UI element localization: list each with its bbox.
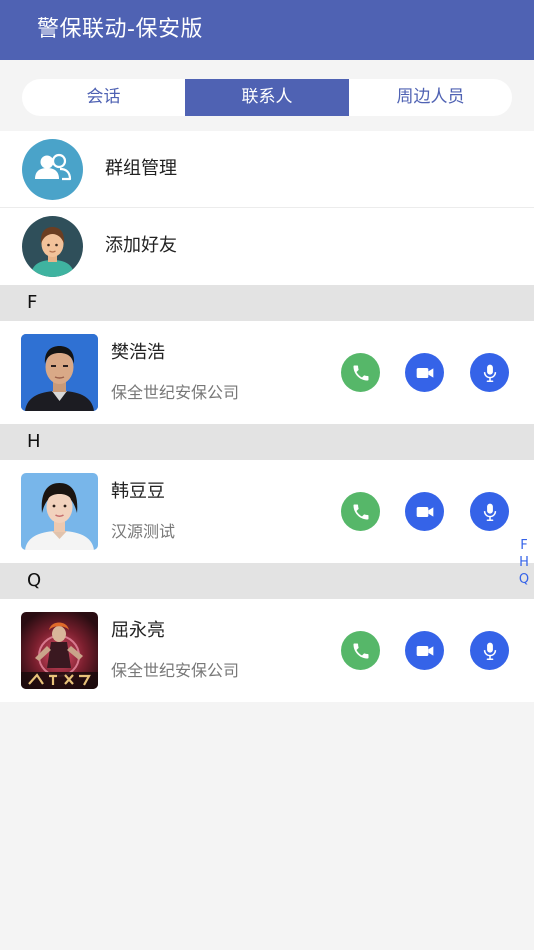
phone-icon bbox=[353, 504, 368, 519]
contact-row[interactable]: 樊浩浩 保全世纪安保公司 bbox=[0, 321, 534, 424]
section-letter: Q bbox=[27, 570, 42, 591]
section-header-f: F bbox=[0, 285, 534, 321]
section-header-q: Q bbox=[0, 563, 534, 599]
voice-call-button[interactable] bbox=[341, 631, 380, 670]
tab-bar: 会话 联系人 周边人员 bbox=[22, 79, 512, 116]
contact-name: 樊浩浩 bbox=[111, 342, 165, 363]
voice-call-button[interactable] bbox=[341, 353, 380, 392]
index-letter-h[interactable]: H bbox=[519, 554, 529, 571]
voice-intercom-button[interactable] bbox=[470, 631, 509, 670]
phone-icon bbox=[353, 643, 368, 658]
add-friend-avatar-icon bbox=[22, 216, 83, 277]
group-icon bbox=[22, 139, 83, 200]
alphabet-index-bar: F H Q bbox=[515, 537, 533, 588]
tab-nearby-people[interactable]: 周边人员 bbox=[349, 79, 512, 116]
add-friend-row[interactable]: 添加好友 bbox=[0, 208, 534, 285]
contact-name: 韩豆豆 bbox=[111, 481, 165, 502]
video-camera-icon bbox=[416, 367, 433, 378]
microphone-icon bbox=[483, 503, 496, 521]
microphone-icon bbox=[483, 642, 496, 660]
contact-organization: 保全世纪安保公司 bbox=[111, 383, 240, 402]
video-call-button[interactable] bbox=[405, 492, 444, 531]
group-management-row[interactable]: 群组管理 bbox=[0, 131, 534, 208]
contact-row[interactable]: 屈永亮 保全世纪安保公司 bbox=[0, 599, 534, 702]
video-call-button[interactable] bbox=[405, 631, 444, 670]
voice-intercom-button[interactable] bbox=[470, 353, 509, 392]
tab-contacts[interactable]: 联系人 bbox=[185, 79, 349, 116]
video-call-button[interactable] bbox=[405, 353, 444, 392]
index-letter-q[interactable]: Q bbox=[519, 571, 529, 588]
contact-name: 屈永亮 bbox=[111, 620, 165, 641]
tab-conversations[interactable]: 会话 bbox=[22, 79, 185, 116]
contact-organization: 保全世纪安保公司 bbox=[111, 661, 240, 680]
video-camera-icon bbox=[416, 645, 433, 656]
section-letter: F bbox=[27, 292, 38, 313]
group-management-label: 群组管理 bbox=[105, 158, 177, 179]
video-camera-icon bbox=[416, 506, 433, 517]
index-letter-f[interactable]: F bbox=[520, 537, 527, 554]
phone-icon bbox=[353, 365, 368, 380]
microphone-icon bbox=[483, 364, 496, 382]
add-friend-label: 添加好友 bbox=[105, 235, 177, 256]
contact-photo bbox=[21, 473, 98, 550]
voice-call-button[interactable] bbox=[341, 492, 380, 531]
section-letter: H bbox=[27, 431, 41, 452]
contact-photo bbox=[21, 334, 98, 411]
contact-row[interactable]: 韩豆豆 汉源测试 bbox=[0, 460, 534, 563]
voice-intercom-button[interactable] bbox=[470, 492, 509, 531]
app-header: 警保联动-保安版 bbox=[0, 0, 534, 60]
app-title: 警保联动-保安版 bbox=[37, 17, 203, 42]
contact-organization: 汉源测试 bbox=[111, 522, 176, 541]
contact-photo bbox=[21, 612, 98, 689]
section-header-h: H bbox=[0, 424, 534, 460]
